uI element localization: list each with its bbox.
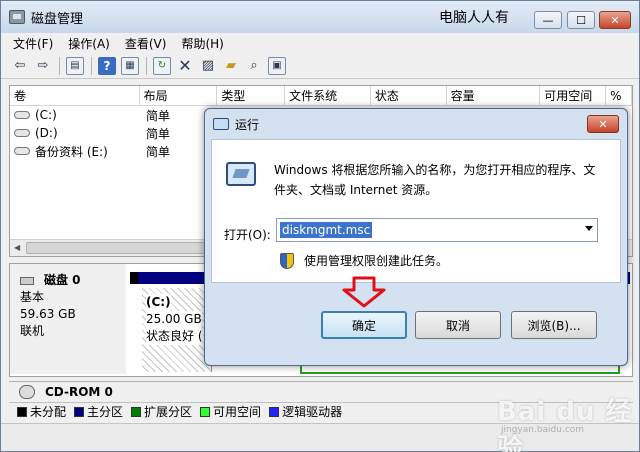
disk-name: 磁盘 0 <box>44 273 81 287</box>
run-program-icon <box>226 162 256 186</box>
legend-swatch <box>131 406 142 417</box>
cancel-button[interactable]: 取消 <box>415 311 501 339</box>
run-dialog-title: 运行 <box>235 117 260 132</box>
toolbar-separator <box>59 56 60 75</box>
run-dialog-body: Windows 将根据您所输入的名称，为您打开相应的程序、文件夹、文档或 Int… <box>211 139 621 283</box>
toolbar-separator <box>91 56 92 75</box>
run-icon <box>213 118 229 130</box>
legend-swatch <box>74 406 85 417</box>
legend-item: 扩展分区 <box>131 403 192 420</box>
admin-text: 使用管理权限创建此任务。 <box>304 254 449 268</box>
admin-notice: 使用管理权限创建此任务。 <box>280 252 448 269</box>
column-type[interactable]: 类型 <box>217 86 286 105</box>
open-folder-icon[interactable]: ▰ <box>222 57 240 75</box>
partition-label: (C:) <box>146 294 171 311</box>
volume-layout: 简单 <box>146 108 171 123</box>
drive-icon <box>14 111 30 119</box>
properties-icon[interactable]: ▦ <box>121 56 139 75</box>
partition-status: 状态良好 ( <box>146 328 203 345</box>
legend-label: 逻辑驱动器 <box>282 405 343 419</box>
minimize-button[interactable]: — <box>534 11 562 29</box>
column-layout[interactable]: 布局 <box>140 86 218 105</box>
column-capacity[interactable]: 容量 <box>447 86 541 105</box>
chevron-down-icon[interactable] <box>585 226 593 231</box>
uac-shield-icon <box>280 252 294 269</box>
column-filesystem[interactable]: 文件系统 <box>285 86 371 105</box>
menu-action[interactable]: 操作(A) <box>68 35 110 52</box>
column-percent[interactable]: % <box>606 86 632 105</box>
volume-name: (D:) <box>35 126 58 140</box>
open-label: 打开(O): <box>224 228 271 242</box>
legend-label: 主分区 <box>87 405 124 419</box>
legend-swatch <box>269 406 280 417</box>
legend-item: 未分配 <box>17 403 66 420</box>
maximize-button[interactable]: ☐ <box>567 11 595 29</box>
partition-size: 25.00 GB <box>146 311 202 328</box>
cdrom-name: CD-ROM 0 <box>45 384 113 399</box>
run-dialog-close-button[interactable]: ✕ <box>587 115 619 133</box>
window-title: 磁盘管理 <box>31 11 84 27</box>
title-bar: 磁盘管理 电脑人人有 — ☐ ✕ <box>1 1 639 33</box>
disk-management-icon <box>9 10 25 24</box>
volume-layout: 简单 <box>146 144 171 159</box>
legend-swatch <box>200 406 211 417</box>
legend-label: 未分配 <box>30 405 67 419</box>
watermark-url: jingyan.baidu.com <box>501 425 585 435</box>
legend-swatch <box>17 406 27 417</box>
red-down-arrow-icon <box>342 276 386 308</box>
forward-arrow-icon[interactable]: ⇨ <box>34 57 52 75</box>
disk-size: 59.63 GB <box>20 307 76 321</box>
disk-icon <box>20 276 34 285</box>
partition-c[interactable]: (C:) 25.00 GB 状态良好 ( <box>142 288 212 372</box>
list-header: 卷 布局 类型 文件系统 状态 容量 可用空间 % <box>10 86 632 106</box>
open-combobox[interactable]: diskmgmt.msc <box>276 218 598 242</box>
legend-item: 可用空间 <box>200 403 261 420</box>
column-volume[interactable]: 卷 <box>10 86 140 105</box>
legend-item: 逻辑驱动器 <box>269 403 342 420</box>
menu-view[interactable]: 查看(V) <box>125 35 167 52</box>
toolbar-separator <box>146 56 147 75</box>
toolbar: ⇦ ⇨ ▤ ? ▦ ↻ ✕ ▨ ▰ ⌕ ▣ <box>1 53 639 79</box>
volume-name: (C:) <box>35 108 57 122</box>
run-dialog: 运行 ✕ Windows 将根据您所输入的名称，为您打开相应的程序、文件夹、文档… <box>204 108 628 366</box>
run-dialog-title-bar: 运行 ✕ <box>205 109 627 139</box>
disk-status: 联机 <box>20 324 45 338</box>
open-input-value[interactable]: diskmgmt.msc <box>280 222 373 238</box>
menu-file[interactable]: 文件(F) <box>13 35 53 52</box>
legend-label: 扩展分区 <box>144 405 193 419</box>
legend-label: 可用空间 <box>213 405 262 419</box>
unallocated-segment <box>130 272 138 284</box>
ok-button[interactable]: 确定 <box>321 311 407 339</box>
back-arrow-icon[interactable]: ⇦ <box>11 57 29 75</box>
console-tree-icon[interactable]: ▤ <box>66 56 84 75</box>
column-free-space[interactable]: 可用空间 <box>540 86 607 105</box>
browse-button[interactable]: 浏览(B)... <box>511 311 597 339</box>
scroll-left-icon[interactable]: ◀ <box>14 243 20 252</box>
brand-text: 电脑人人有 <box>439 10 509 26</box>
menu-bar: 文件(F) 操作(A) 查看(V) 帮助(H) <box>1 33 639 53</box>
menu-help[interactable]: 帮助(H) <box>181 35 223 52</box>
search-icon[interactable]: ⌕ <box>245 57 263 75</box>
refresh-icon[interactable]: ↻ <box>153 56 171 75</box>
volume-layout: 简单 <box>146 126 171 141</box>
settings-icon[interactable]: ▨ <box>199 57 217 75</box>
help-icon[interactable]: ? <box>98 56 116 75</box>
disk-0-label[interactable]: 磁盘 0 基本 59.63 GB 联机 <box>10 264 126 374</box>
watermark-logo: Bai du 经验 <box>497 397 633 452</box>
export-icon[interactable]: ▣ <box>268 56 286 75</box>
close-button[interactable]: ✕ <box>599 11 631 29</box>
cdrom-icon <box>19 384 35 399</box>
legend-item: 主分区 <box>74 403 123 420</box>
run-description: Windows 将根据您所输入的名称，为您打开相应的程序、文件夹、文档或 Int… <box>274 163 596 197</box>
delete-icon[interactable]: ✕ <box>176 56 194 75</box>
drive-icon <box>14 129 30 137</box>
volume-name: 备份资料 (E:) <box>35 144 108 159</box>
disk-type: 基本 <box>20 290 45 304</box>
scrollbar-thumb[interactable] <box>26 242 206 254</box>
drive-icon <box>14 147 30 155</box>
column-status[interactable]: 状态 <box>371 86 447 105</box>
